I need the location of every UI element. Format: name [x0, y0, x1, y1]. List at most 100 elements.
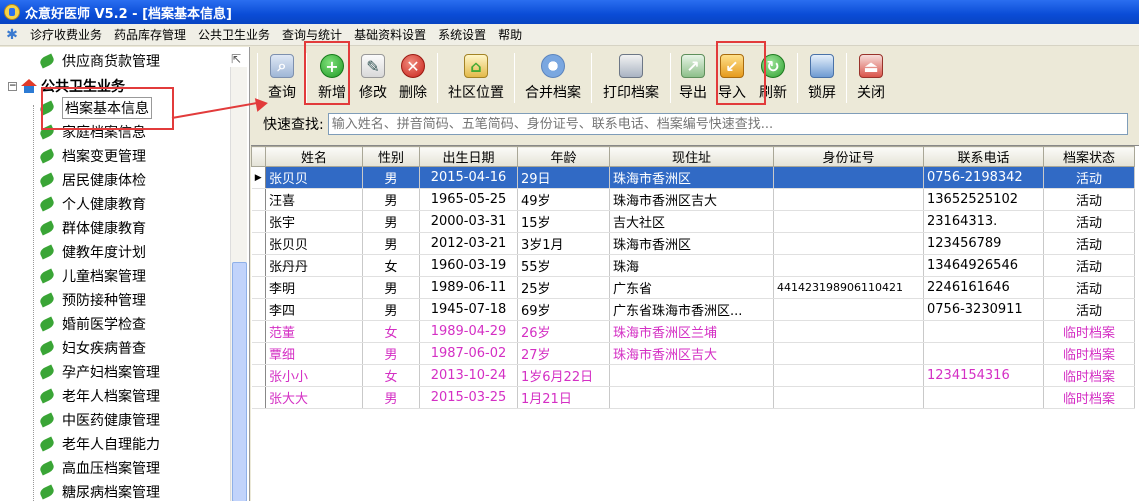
tree-item[interactable]: 孕产妇档案管理: [38, 360, 160, 384]
lock-screen-button[interactable]: 锁屏: [802, 47, 842, 109]
tree-item[interactable]: 妇女疾病普查: [38, 336, 146, 360]
leaf-icon: [38, 196, 56, 212]
tree-item[interactable]: 糖尿病档案管理: [38, 480, 160, 501]
col-header[interactable]: 性别: [362, 146, 420, 167]
gear-icon[interactable]: ✱: [4, 27, 20, 43]
table-row[interactable]: 张贝贝男 2012-03-21 3岁1月 珠海市香洲区 123456789 活动: [251, 232, 1135, 255]
search-label: 快速查找:: [263, 117, 324, 133]
tree-item[interactable]: 群体健康教育: [38, 216, 146, 240]
toolbar-separator: [797, 53, 798, 103]
table-row[interactable]: 李四男 1945-07-18 69岁 广东省珠海市香洲区... 0756-3230911…: [251, 298, 1135, 321]
leaf-icon: [38, 388, 56, 404]
col-header[interactable]: 联系电话: [923, 146, 1044, 167]
col-header[interactable]: 档案状态: [1043, 146, 1135, 167]
merge-icon: [541, 54, 565, 78]
menu-bar: ✱ 诊疗收费业务 药品库存管理 公共卫生业务 查询与统计 基础资料设置 系统设置…: [0, 24, 1139, 46]
leaf-icon: [38, 436, 56, 452]
edit-button[interactable]: ✎ 修改: [353, 47, 393, 109]
menu-item-clinic[interactable]: 诊疗收费业务: [24, 26, 108, 43]
leaf-icon: [38, 412, 56, 428]
window-title: 众意好医师 V5.2 - [档案基本信息]: [25, 6, 232, 22]
col-header[interactable]: 年龄: [517, 146, 610, 167]
menu-item-help[interactable]: 帮助: [492, 26, 528, 43]
monitor-icon: [810, 54, 834, 78]
tree-item[interactable]: 居民健康体检: [38, 168, 146, 192]
row-indicator-header: [251, 146, 266, 167]
leaf-icon: [38, 268, 56, 284]
col-header[interactable]: 姓名: [265, 146, 363, 167]
tree-item[interactable]: 健教年度计划: [38, 240, 146, 264]
title-bar: 众意好医师 V5.2 - [档案基本信息]: [0, 0, 1139, 24]
toolbar-separator: [670, 53, 671, 103]
leaf-icon: [38, 53, 56, 69]
leaf-icon: [38, 364, 56, 380]
printer-icon: [619, 54, 643, 78]
current-row-icon: ▶: [251, 166, 266, 189]
export-button[interactable]: ↗ 导出: [675, 47, 711, 109]
col-header[interactable]: 出生日期: [419, 146, 518, 167]
query-button[interactable]: ⌕ 查询: [262, 47, 302, 109]
tree-item[interactable]: 儿童档案管理: [38, 264, 146, 288]
tree-item[interactable]: 老年人档案管理: [38, 384, 160, 408]
tree-item[interactable]: 个人健康教育: [38, 192, 146, 216]
print-record-button[interactable]: 打印档案: [596, 47, 666, 109]
tree-guide-line: [33, 105, 34, 501]
table-row[interactable]: 覃细男 1987-06-02 27岁 珠海市香洲区吉大 临时档案: [251, 342, 1135, 365]
tree-item[interactable]: 预防接种管理: [38, 288, 146, 312]
community-location-button[interactable]: ⌂ 社区位置: [442, 47, 510, 109]
toolbar-separator: [846, 53, 847, 103]
pin-icon[interactable]: ⇱: [231, 53, 243, 65]
tree-item[interactable]: 高血压档案管理: [38, 456, 160, 480]
col-header[interactable]: 身份证号: [773, 146, 924, 167]
leaf-icon: [38, 292, 56, 308]
menu-item-pharmacy[interactable]: 药品库存管理: [108, 26, 192, 43]
toolbar-separator: [591, 53, 592, 103]
collapse-icon[interactable]: −: [8, 81, 17, 91]
menu-item-public-health[interactable]: 公共卫生业务: [192, 26, 276, 43]
main-panel: ⌕ 查询 + 新增 ✎ 修改 ✕ 删除 ⌂ 社区位置 合并档案 打印档案 ↗ 导…: [251, 47, 1139, 501]
table-row[interactable]: 汪喜男 1965-05-25 49岁 珠海市香洲区吉大 13652525102 活动: [251, 188, 1135, 211]
tree-scrollbar[interactable]: [230, 67, 247, 501]
menu-item-basic-settings[interactable]: 基础资料设置: [348, 26, 432, 43]
table-row[interactable]: 范董女 1989-04-29 26岁 珠海市香洲区兰埔 临时档案: [251, 320, 1135, 343]
annotation-arrow-head: [254, 96, 270, 112]
annotation-box-tree-item: [41, 87, 174, 130]
table-row[interactable]: 张丹丹女 1960-03-19 55岁 珠海 13464926546 活动: [251, 254, 1135, 277]
table-row[interactable]: 张宇男 2000-03-31 15岁 吉大社区 23164313. 活动: [251, 210, 1135, 233]
leaf-icon: [38, 244, 56, 260]
edit-icon: ✎: [361, 54, 385, 78]
annotation-box-add-button: [304, 41, 350, 105]
exit-icon: ⏏: [859, 54, 883, 78]
merge-records-button[interactable]: 合并档案: [519, 47, 587, 109]
menu-item-system-settings[interactable]: 系统设置: [432, 26, 492, 43]
col-header[interactable]: 现住址: [609, 146, 774, 167]
records-table[interactable]: 姓名 性别 出生日期 年龄 现住址 身份证号 联系电话 档案状态 ▶ 张贝贝男 2…: [251, 145, 1139, 501]
leaf-icon: [38, 316, 56, 332]
leaf-icon: [38, 484, 56, 500]
close-button[interactable]: ⏏ 关闭: [851, 47, 891, 109]
annotation-box-import-button: [716, 41, 766, 105]
search-input[interactable]: [327, 113, 1128, 135]
query-icon: ⌕: [270, 54, 294, 78]
table-header: 姓名 性别 出生日期 年龄 现住址 身份证号 联系电话 档案状态: [251, 146, 1135, 167]
delete-button[interactable]: ✕ 删除: [393, 47, 433, 109]
tree-item[interactable]: 档案变更管理: [38, 144, 146, 168]
toolbar-separator: [437, 53, 438, 103]
house-icon: [21, 79, 37, 93]
delete-icon: ✕: [401, 54, 425, 78]
table-row[interactable]: ▶ 张贝贝男 2015-04-16 29日 珠海市香洲区 0756-2198342 活动: [251, 166, 1135, 189]
table-row[interactable]: 张大大男 2015-03-25 1月21日 临时档案: [251, 386, 1135, 409]
leaf-icon: [38, 460, 56, 476]
toolbar-separator: [514, 53, 515, 103]
tree-item[interactable]: 中医药健康管理: [38, 408, 160, 432]
table-row[interactable]: 张小小女 2013-10-24 1岁6月22日 1234154316 临时档案: [251, 364, 1135, 387]
leaf-icon: [38, 340, 56, 356]
tree-item[interactable]: 老年人自理能力: [38, 432, 160, 456]
scroll-thumb[interactable]: [232, 262, 247, 501]
tree-item-supplier-payment[interactable]: 供应商货款管理: [38, 49, 160, 73]
tree-item[interactable]: 婚前医学检查: [38, 312, 146, 336]
table-row[interactable]: 李明男 1989-06-11 25岁 广东省 441423198906110421 224…: [251, 276, 1135, 299]
app-icon: [4, 4, 20, 20]
export-icon: ↗: [681, 54, 705, 78]
quick-search-row: 快速查找:: [251, 111, 1139, 137]
